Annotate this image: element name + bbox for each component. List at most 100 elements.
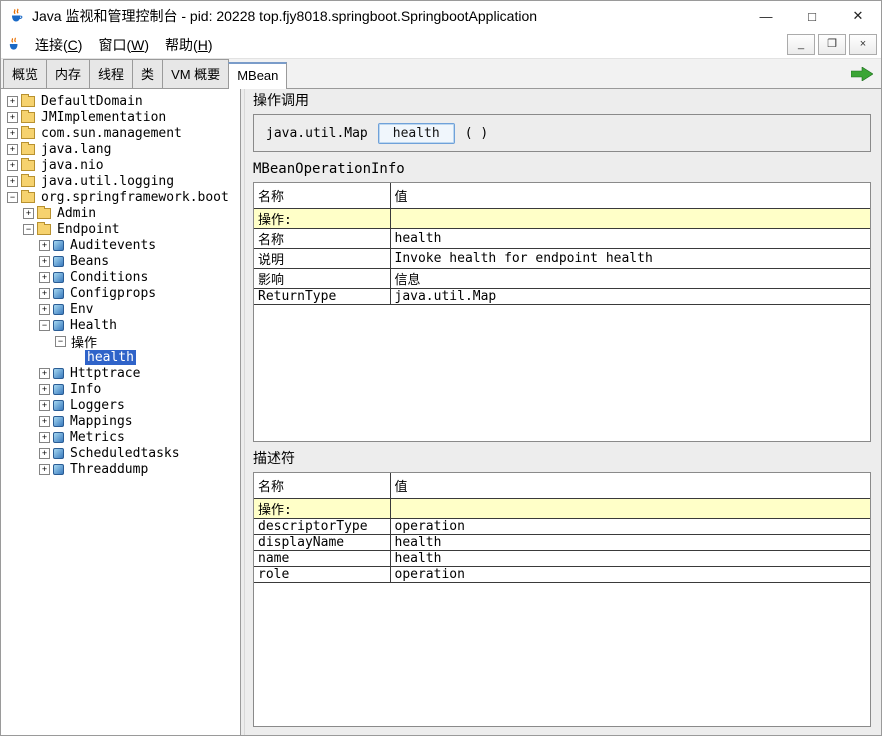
tree-item-DefaultDomain[interactable]: DefaultDomain <box>39 94 145 109</box>
tree-toggle-expand-icon[interactable]: + <box>7 176 18 187</box>
tree-item-Metrics[interactable]: Metrics <box>68 430 127 445</box>
frame-minimize-button[interactable]: _ <box>787 34 815 55</box>
operation-invoke-label: 操作调用 <box>253 93 871 110</box>
table-row[interactable]: ReturnTypejava.util.Map <box>254 288 870 304</box>
frame-close-button[interactable]: × <box>849 34 877 55</box>
close-button[interactable]: ✕ <box>835 1 881 31</box>
connection-status-arrow-icon <box>851 67 873 81</box>
tree-toggle-expand-icon[interactable]: + <box>23 208 34 219</box>
table-cell: 名称 <box>254 228 390 248</box>
operation-params: ( ) <box>465 126 488 141</box>
tree-toggle-collapse-icon[interactable]: − <box>39 320 50 331</box>
tree-row: − org.springframework.boot <box>5 189 240 205</box>
tree-row: + java.lang <box>5 141 240 157</box>
tree-row: + Admin <box>5 205 240 221</box>
tree-toggle-collapse-icon[interactable]: − <box>55 336 66 347</box>
tree-item-java.util.logging[interactable]: java.util.logging <box>39 174 176 189</box>
java-app-icon <box>9 8 25 24</box>
table-row[interactable]: 说明Invoke health for endpoint health <box>254 248 870 268</box>
table-row[interactable]: namehealth <box>254 550 870 566</box>
tree-item-org.springframework.boot[interactable]: org.springframework.boot <box>39 190 231 205</box>
tree-toggle-expand-icon[interactable]: + <box>39 288 50 299</box>
tree-toggle-expand-icon[interactable]: + <box>39 272 50 283</box>
frame-restore-button[interactable]: ❐ <box>818 34 846 55</box>
menu-item-C[interactable]: 连接(C) <box>27 32 90 58</box>
tree-toggle-expand-icon[interactable]: + <box>39 384 50 395</box>
table-cell: 影响 <box>254 268 390 288</box>
tree-toggle-expand-icon[interactable]: + <box>39 256 50 267</box>
tree-row: + Httptrace <box>5 365 240 381</box>
tree-item-com.sun.management[interactable]: com.sun.management <box>39 126 184 141</box>
operation-info-table: 名称值操作:名称health说明Invoke health for endpoi… <box>253 182 871 442</box>
tree-item-Admin[interactable]: Admin <box>55 206 98 221</box>
tree-toggle-expand-icon[interactable]: + <box>39 240 50 251</box>
table-cell: 信息 <box>390 268 870 288</box>
tree-toggle-expand-icon[interactable]: + <box>7 96 18 107</box>
tree-item-Auditevents[interactable]: Auditevents <box>68 238 158 253</box>
table-row[interactable]: 影响信息 <box>254 268 870 288</box>
tab-线程[interactable]: 线程 <box>89 59 133 88</box>
tab-类[interactable]: 类 <box>132 59 163 88</box>
tree-toggle-expand-icon[interactable]: + <box>7 128 18 139</box>
tree-item-Configprops[interactable]: Configprops <box>68 286 158 301</box>
tab-内存[interactable]: 内存 <box>46 59 90 88</box>
minimize-button[interactable]: — <box>743 1 789 31</box>
tab-bar-tabs: 概览内存线程类VM 概要MBean <box>3 59 286 88</box>
tree-row: + com.sun.management <box>5 125 240 141</box>
tree-item-Health[interactable]: Health <box>68 318 119 333</box>
tree-item-health[interactable]: health <box>85 350 136 365</box>
tree-toggle-expand-icon[interactable]: + <box>39 416 50 427</box>
tab-MBean[interactable]: MBean <box>228 62 287 89</box>
table-row[interactable]: displayNamehealth <box>254 534 870 550</box>
mbean-icon <box>53 240 64 251</box>
tree-item-java.lang[interactable]: java.lang <box>39 142 113 157</box>
tree-item-Loggers[interactable]: Loggers <box>68 398 127 413</box>
tree-row: + java.nio <box>5 157 240 173</box>
tree-item-Env[interactable]: Env <box>68 302 95 317</box>
tree-toggle-expand-icon[interactable]: + <box>39 304 50 315</box>
tree-item-Scheduledtasks[interactable]: Scheduledtasks <box>68 446 182 461</box>
tree-item-Endpoint[interactable]: Endpoint <box>55 222 122 237</box>
tree-item-操作[interactable]: 操作 <box>69 332 99 351</box>
maximize-button[interactable]: □ <box>789 1 835 31</box>
tree-toggle-expand-icon[interactable]: + <box>7 144 18 155</box>
table-row[interactable]: 操作: <box>254 498 870 518</box>
tree-item-Mappings[interactable]: Mappings <box>68 414 135 429</box>
tree-item-java.nio[interactable]: java.nio <box>39 158 106 173</box>
table-row[interactable]: 名称health <box>254 228 870 248</box>
tree-toggle-expand-icon[interactable]: + <box>7 160 18 171</box>
tree-toggle-expand-icon[interactable]: + <box>7 112 18 123</box>
tab-概览[interactable]: 概览 <box>3 59 47 88</box>
menu-item-H[interactable]: 帮助(H) <box>157 32 220 58</box>
tree-item-Info[interactable]: Info <box>68 382 103 397</box>
tree-row: + Mappings <box>5 413 240 429</box>
invoke-health-button[interactable]: health <box>378 123 455 144</box>
tree-item-JMImplementation[interactable]: JMImplementation <box>39 110 168 125</box>
tree-item-Beans[interactable]: Beans <box>68 254 111 269</box>
tree-toggle-expand-icon[interactable]: + <box>39 400 50 411</box>
table-row[interactable]: roleoperation <box>254 566 870 582</box>
tree-item-Conditions[interactable]: Conditions <box>68 270 150 285</box>
jconsole-window: Java 监视和管理控制台 - pid: 20228 top.fjy8018.s… <box>0 0 882 736</box>
tab-VM 概要[interactable]: VM 概要 <box>162 59 229 88</box>
tree-row: + Beans <box>5 253 240 269</box>
tree-toggle-collapse-icon[interactable]: − <box>23 224 34 235</box>
operation-info-label: MBeanOperationInfo <box>253 161 871 178</box>
tree-row: + Metrics <box>5 429 240 445</box>
tree-row: −操作 <box>5 333 240 349</box>
tree-row: + Configprops <box>5 285 240 301</box>
tree-toggle-expand-icon[interactable]: + <box>39 432 50 443</box>
tree-row: + Auditevents <box>5 237 240 253</box>
table-row[interactable]: descriptorTypeoperation <box>254 518 870 534</box>
table-cell: Invoke health for endpoint health <box>390 248 870 268</box>
tree-toggle-expand-icon[interactable]: + <box>39 464 50 475</box>
tab-bar: 概览内存线程类VM 概要MBean <box>1 59 881 89</box>
tree-item-Threaddump[interactable]: Threaddump <box>68 462 150 477</box>
folder-icon <box>21 96 35 107</box>
tree-toggle-collapse-icon[interactable]: − <box>7 192 18 203</box>
table-row[interactable]: 操作: <box>254 208 870 228</box>
menu-item-W[interactable]: 窗口(W) <box>90 32 157 58</box>
tree-toggle-expand-icon[interactable]: + <box>39 448 50 459</box>
tree-item-Httptrace[interactable]: Httptrace <box>68 366 142 381</box>
tree-toggle-expand-icon[interactable]: + <box>39 368 50 379</box>
